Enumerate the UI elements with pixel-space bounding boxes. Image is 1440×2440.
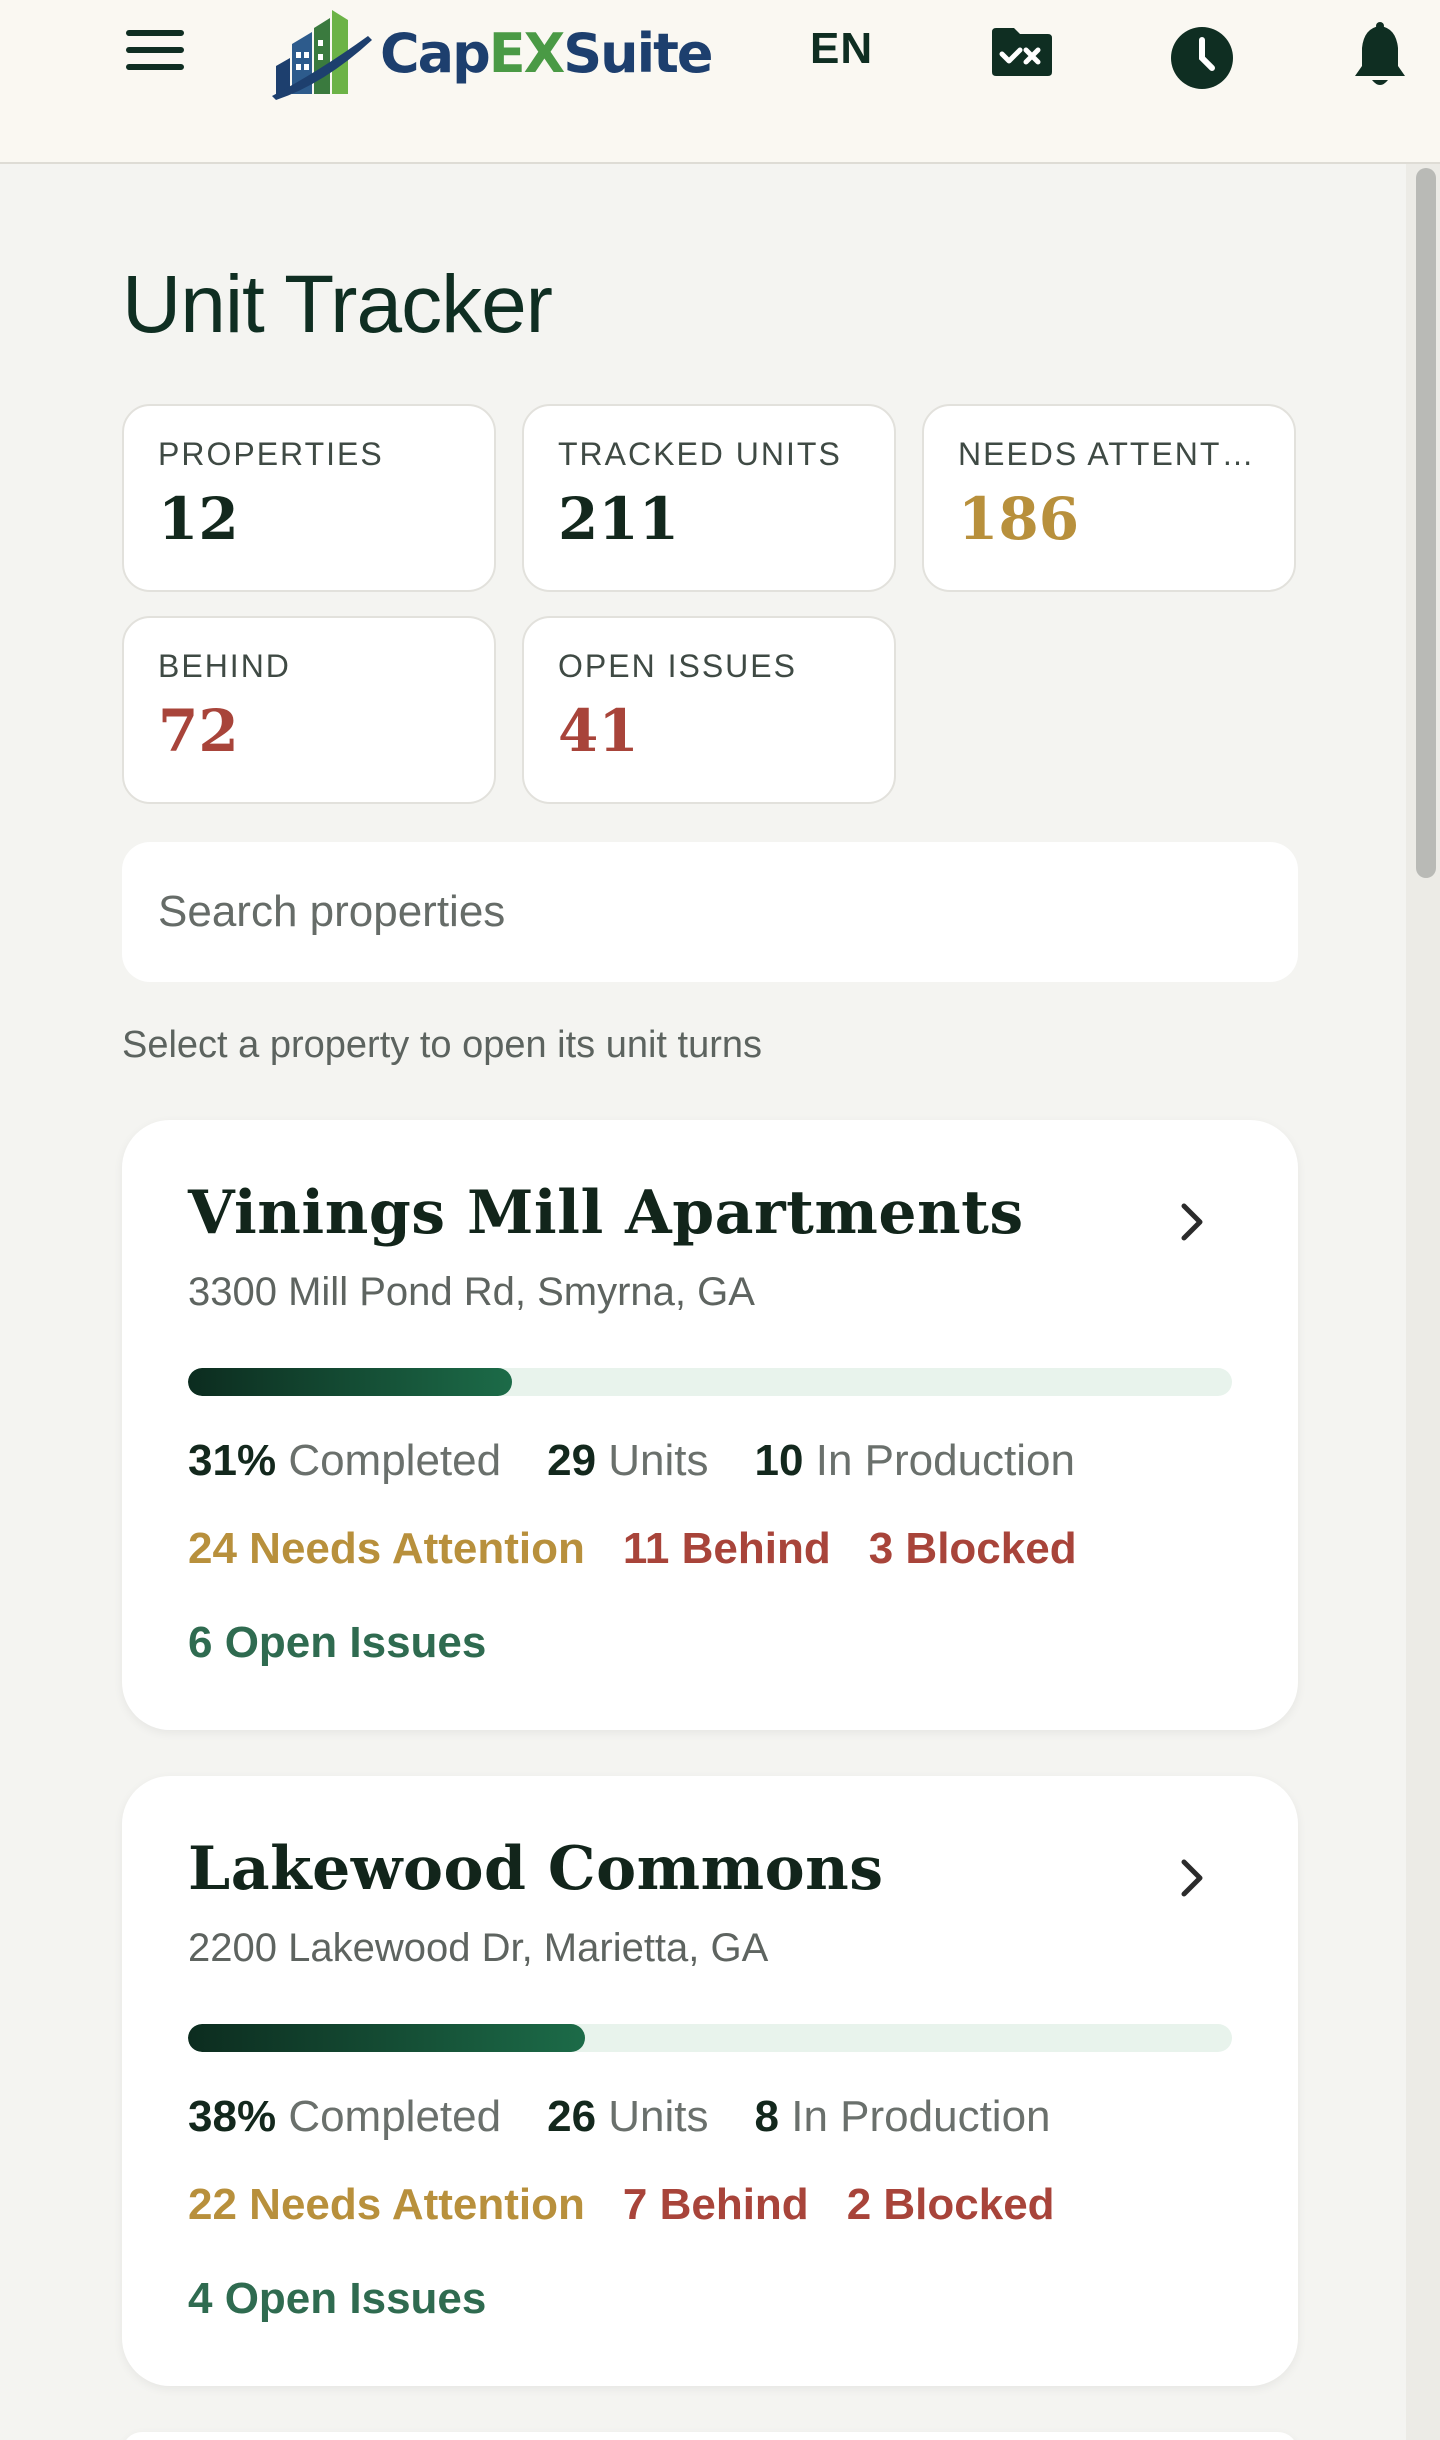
status-row: 24 Needs Attention 11 Behind 3 Blocked <box>188 1524 1115 1574</box>
needs-attention-count: 22 Needs Attention <box>188 2180 585 2229</box>
units-count: 26 <box>547 2092 597 2141</box>
status-row: 22 Needs Attention 7 Behind 2 Blocked <box>188 2180 1093 2230</box>
stat-label: PROPERTIES <box>158 436 384 472</box>
search-input[interactable] <box>122 842 1298 982</box>
progress-fill <box>188 2024 585 2052</box>
units-label: Units <box>608 2092 709 2141</box>
completed-label: Completed <box>288 1436 502 1485</box>
in-production-count: 10 <box>754 1436 804 1485</box>
completed-percent: 38% <box>188 2092 277 2141</box>
units-count: 29 <box>547 1436 597 1485</box>
stat-value: 186 <box>958 485 1080 553</box>
folder-check-icon[interactable] <box>990 26 1054 83</box>
clock-icon[interactable] <box>1170 26 1234 95</box>
property-name: Vinings Mill Apartments <box>188 1178 1024 1248</box>
property-select-hint: Select a property to open its unit turns <box>122 1024 763 1066</box>
page-title: Unit Tracker <box>122 259 553 350</box>
property-address: 3300 Mill Pond Rd, Smyrna, GA <box>188 1270 755 1314</box>
property-card[interactable]: Vinings Mill Apartments 3300 Mill Pond R… <box>122 1120 1298 1730</box>
completed-percent: 31% <box>188 1436 277 1485</box>
issues-row: 6 Open Issues <box>188 1618 486 1668</box>
stat-value: 72 <box>158 697 239 765</box>
progress-bar <box>188 2024 1232 2052</box>
stat-label: BEHIND <box>158 648 291 684</box>
stat-value: 12 <box>158 485 239 553</box>
top-bar: CapEXSuite EN <box>0 0 1440 164</box>
in-production-label: In Production <box>815 1436 1075 1485</box>
capex-suite-logo[interactable]: CapEXSuite <box>268 6 714 102</box>
issues-row: 4 Open Issues <box>188 2274 486 2324</box>
stat-label: OPEN ISSUES <box>558 648 797 684</box>
progress-fill <box>188 1368 512 1396</box>
stat-card-behind: BEHIND 72 <box>122 616 496 804</box>
menu-icon[interactable] <box>126 30 190 78</box>
stat-value: 41 <box>558 697 639 765</box>
logo-wordmark: CapEXSuite <box>380 22 714 85</box>
property-card[interactable] <box>122 2432 1298 2440</box>
in-production-count: 8 <box>754 2092 780 2141</box>
behind-count: 11 Behind <box>622 1524 831 1573</box>
buildings-logo-icon <box>272 10 372 100</box>
stat-label: TRACKED UNITS <box>558 436 842 472</box>
behind-count: 7 Behind <box>622 2180 809 2229</box>
language-selector[interactable]: EN <box>810 24 873 74</box>
chevron-right-icon <box>1181 1203 1203 1241</box>
progress-stats-row: 38% Completed 26 Units 8 In Production <box>188 2092 1097 2142</box>
bell-icon[interactable] <box>1352 22 1408 97</box>
blocked-count: 3 Blocked <box>868 1524 1077 1573</box>
chevron-right-icon <box>1181 1859 1203 1897</box>
needs-attention-count: 24 Needs Attention <box>188 1524 585 1573</box>
stat-card-properties: PROPERTIES 12 <box>122 404 496 592</box>
scrollbar-thumb[interactable] <box>1416 168 1436 878</box>
stat-value: 211 <box>558 485 680 553</box>
stat-card-needs-attention: NEEDS ATTENTI… 186 <box>922 404 1296 592</box>
property-name: Lakewood Commons <box>188 1834 884 1904</box>
units-label: Units <box>608 1436 709 1485</box>
open-issues-count: 6 Open Issues <box>188 1618 487 1667</box>
progress-bar <box>188 1368 1232 1396</box>
stat-card-open-issues: OPEN ISSUES 41 <box>522 616 896 804</box>
open-issues-count: 4 Open Issues <box>188 2274 487 2323</box>
stat-card-tracked-units: TRACKED UNITS 211 <box>522 404 896 592</box>
in-production-label: In Production <box>791 2092 1051 2141</box>
stat-label: NEEDS ATTENTI… <box>958 436 1258 472</box>
property-card[interactable]: Lakewood Commons 2200 Lakewood Dr, Marie… <box>122 1776 1298 2386</box>
completed-label: Completed <box>288 2092 502 2141</box>
property-address: 2200 Lakewood Dr, Marietta, GA <box>188 1926 769 1970</box>
blocked-count: 2 Blocked <box>846 2180 1055 2229</box>
progress-stats-row: 31% Completed 29 Units 10 In Production <box>188 1436 1121 1486</box>
